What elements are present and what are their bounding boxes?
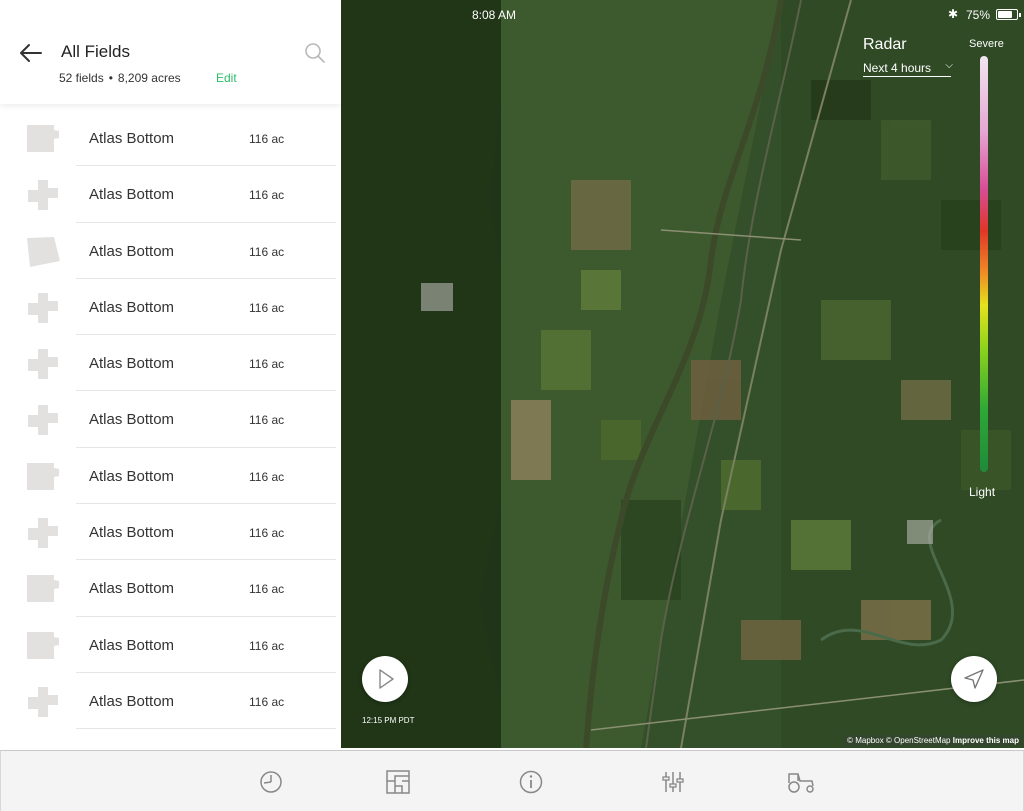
- field-name: Atlas Bottom: [89, 524, 175, 542]
- field-list: Atlas Bottom 116 ac Atlas Bottom 116 ac Atla…: [0, 110, 341, 730]
- field-list-item[interactable]: Atlas Bottom 116 ac: [0, 560, 341, 617]
- field-acres: 116 ac: [249, 526, 285, 541]
- field-list-item[interactable]: Atlas Bottom 116 ac: [0, 110, 341, 167]
- field-acres: 116 ac: [249, 582, 285, 597]
- field-name: Atlas Bottom: [89, 692, 175, 710]
- field-name: Atlas Bottom: [89, 298, 175, 316]
- field-list-item[interactable]: Atlas Bottom 116 ac: [0, 504, 341, 561]
- field-list-item[interactable]: Atlas Bottom 116 ac: [0, 166, 341, 223]
- separator-dot: •: [108, 71, 113, 85]
- back-arrow-icon[interactable]: [18, 40, 44, 66]
- acres-total: 8,209 acres: [117, 71, 181, 85]
- field-acres: 116 ac: [249, 244, 285, 259]
- field-name: Atlas Bottom: [89, 580, 175, 598]
- field-acres: 116 ac: [249, 694, 285, 709]
- attribution-text: © Mapbox © OpenStreetMap: [847, 736, 951, 745]
- radar-timeframe-select[interactable]: Next 4 hours ⌵: [863, 60, 953, 77]
- field-name: Atlas Bottom: [89, 130, 175, 147]
- bottom-tab-bar: [0, 750, 1024, 811]
- field-shape-icon: [28, 292, 58, 323]
- legend-light-label: Light: [969, 485, 996, 499]
- location-arrow-icon: [964, 669, 984, 689]
- field-acres: 116 ac: [249, 188, 285, 203]
- legend-severe-label: Severe: [969, 38, 1004, 50]
- field-acres: 116 ac: [249, 413, 285, 428]
- field-shape-icon: [28, 686, 58, 717]
- field-name: Atlas Bottom: [89, 355, 175, 373]
- field-summary: 52 fields • 8,209 acres: [59, 71, 181, 85]
- satellite-map[interactable]: [341, 0, 1024, 748]
- field-list-item[interactable]: Atlas Bottom 116 ac: [0, 673, 341, 730]
- field-name: Atlas Bottom: [89, 636, 175, 654]
- field-shape-icon: [28, 405, 58, 436]
- fields-map-icon[interactable]: [385, 769, 411, 795]
- map-attribution: © Mapbox © OpenStreetMap Improve this ma…: [844, 735, 1022, 746]
- edit-button[interactable]: Edit: [216, 71, 237, 85]
- field-acres: 116 ac: [249, 638, 285, 653]
- settings-sliders-icon[interactable]: [660, 769, 686, 795]
- radar-intensity-legend: [980, 56, 988, 472]
- field-shape-icon: [28, 349, 58, 380]
- play-button[interactable]: [362, 656, 408, 702]
- fields-sidebar: All Fields 52 fields • 8,209 acres Edit At…: [0, 0, 341, 748]
- field-shape-icon: [27, 575, 59, 603]
- field-name: Atlas Bottom: [89, 186, 175, 204]
- field-acres: 116 ac: [249, 469, 285, 484]
- chevron-down-icon: ⌵: [945, 60, 953, 71]
- field-acres: 116 ac: [249, 357, 285, 372]
- field-list-item[interactable]: Atlas Bottom 116 ac: [0, 279, 341, 336]
- field-list-item[interactable]: Atlas Bottom 116 ac: [0, 335, 341, 392]
- field-list-item[interactable]: Atlas Bottom 116 ac: [0, 617, 341, 673]
- sidebar-header: All Fields 52 fields • 8,209 acres Edit: [0, 0, 341, 104]
- search-icon[interactable]: [303, 41, 327, 65]
- dashboard-gauge-icon[interactable]: [258, 769, 284, 795]
- field-list-item[interactable]: Atlas Bottom 116 ac: [0, 391, 341, 448]
- info-icon[interactable]: [518, 769, 544, 795]
- field-shape-icon: [27, 631, 59, 659]
- field-name: Atlas Bottom: [89, 467, 175, 485]
- radar-timeframe-value: Next 4 hours: [863, 61, 932, 75]
- field-shape-icon: [27, 236, 60, 267]
- field-count: 52 fields: [59, 71, 104, 85]
- field-list-item[interactable]: Atlas Bottom 116 ac: [0, 223, 341, 279]
- play-icon: [379, 669, 394, 689]
- locate-me-button[interactable]: [951, 656, 997, 702]
- field-shape-icon: [28, 180, 58, 211]
- page-title: All Fields: [61, 42, 130, 61]
- improve-map-link[interactable]: Improve this map: [953, 736, 1019, 745]
- row-divider: [76, 728, 336, 730]
- field-shape-icon: [28, 518, 58, 549]
- radar-title: Radar: [863, 36, 907, 53]
- field-shape-icon: [27, 462, 59, 490]
- field-shape-icon: [27, 125, 59, 152]
- field-name: Atlas Bottom: [89, 242, 175, 260]
- field-acres: 116 ac: [249, 300, 285, 315]
- field-name: Atlas Bottom: [89, 411, 175, 429]
- tractor-icon[interactable]: [786, 769, 816, 795]
- field-acres: 116 ac: [249, 132, 285, 146]
- radar-playback-time: 12:15 PM PDT: [362, 716, 415, 725]
- field-list-item[interactable]: Atlas Bottom 116 ac: [0, 448, 341, 505]
